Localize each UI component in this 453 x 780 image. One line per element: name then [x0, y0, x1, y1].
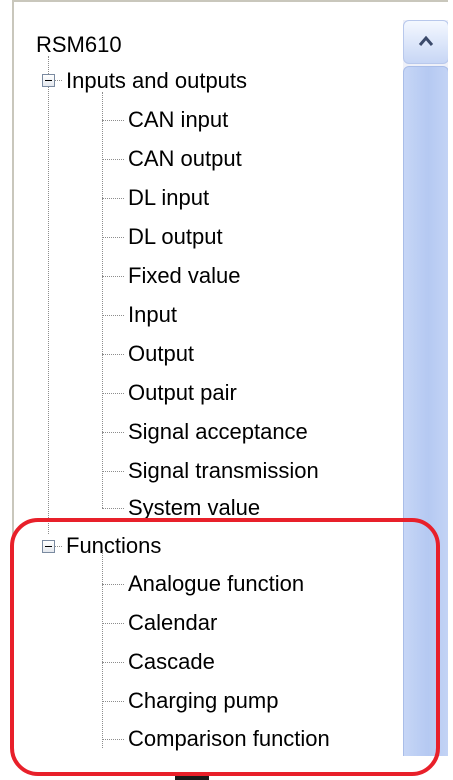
tree-line — [102, 120, 124, 121]
tree-line — [102, 276, 124, 277]
tree-line — [102, 237, 124, 238]
highlight-annotation — [10, 518, 440, 776]
tree-line — [102, 198, 124, 199]
tree-line — [102, 315, 124, 316]
tree-line — [102, 393, 124, 394]
tree-line — [102, 159, 124, 160]
tree-line — [102, 92, 103, 508]
tree-group-label: Inputs and outputs — [66, 68, 248, 93]
tree-line — [102, 508, 124, 509]
collapse-icon[interactable] — [42, 74, 55, 87]
tree-line — [48, 56, 49, 534]
tree-line — [102, 471, 124, 472]
tree-line — [102, 432, 124, 433]
scroll-up-button[interactable] — [403, 20, 448, 64]
tree-line — [102, 354, 124, 355]
tree-root-label: RSM610 — [36, 32, 122, 57]
chevron-up-icon — [418, 35, 434, 46]
